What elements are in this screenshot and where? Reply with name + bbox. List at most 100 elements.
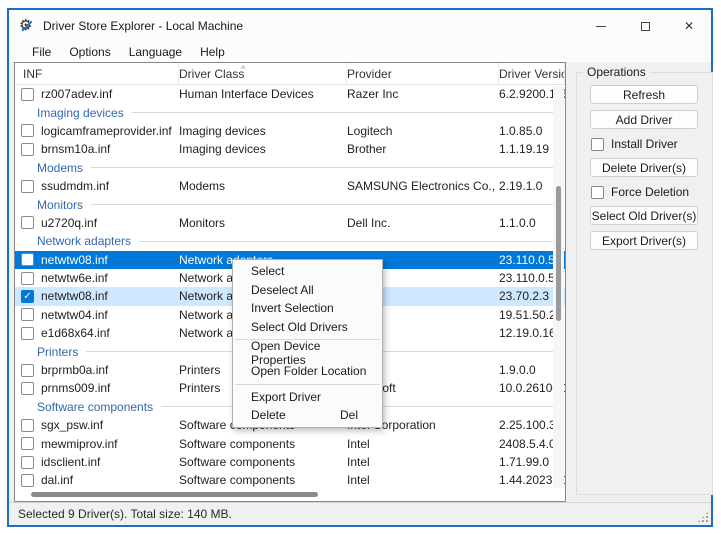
cell-inf: ssudmdm.inf: [41, 179, 179, 193]
row-checkbox[interactable]: [21, 382, 34, 395]
cell-inf: logicamframeprovider.inf: [41, 124, 179, 138]
title-bar: ⚙ Driver Store Explorer - Local Machine …: [9, 10, 711, 42]
window-title: Driver Store Explorer - Local Machine: [43, 19, 243, 33]
table-row[interactable]: brnsm10a.infImaging devicesBrother1.1.19…: [15, 140, 565, 158]
row-checkbox[interactable]: [21, 88, 34, 101]
column-header-provider[interactable]: Provider: [347, 63, 499, 84]
table-row[interactable]: rz007adev.infHuman Interface DevicesRaze…: [15, 85, 565, 103]
group-row-imaging-devices: Imaging devices: [15, 103, 565, 121]
context-menu-item-invert-selection[interactable]: Invert Selection: [233, 299, 382, 318]
export-driver-s-button[interactable]: Export Driver(s): [590, 231, 698, 250]
maximize-button[interactable]: [623, 10, 667, 42]
table-row[interactable]: dal.infSoftware componentsIntel1.44.2023…: [15, 471, 565, 489]
horizontal-scrollbar[interactable]: [15, 490, 565, 499]
row-checkbox[interactable]: [21, 143, 34, 156]
cell-inf: brprmb0a.inf: [41, 363, 179, 377]
group-label: Imaging devices: [37, 106, 124, 120]
column-header-driver-version[interactable]: Driver Version: [499, 63, 565, 84]
menu-shortcut: Del: [340, 408, 372, 422]
group-row-modems: Modems: [15, 159, 565, 177]
cell-inf: rz007adev.inf: [41, 87, 179, 101]
cell-inf: netwtw6e.inf: [41, 271, 179, 285]
cell-provider: Intel: [347, 437, 499, 451]
context-menu-item-open-folder-location[interactable]: Open Folder Location: [233, 362, 382, 381]
table-row[interactable]: idsclient.infSoftware componentsIntel1.7…: [15, 453, 565, 471]
context-menu-item-export-driver[interactable]: Export Driver: [233, 388, 382, 407]
group-divider: [139, 241, 561, 242]
menu-bar: FileOptionsLanguageHelp: [9, 42, 711, 62]
row-checkbox[interactable]: [21, 364, 34, 377]
checkbox-box[interactable]: [591, 138, 604, 151]
force-deletion-checkbox[interactable]: Force Deletion: [591, 185, 712, 199]
group-label: Software components: [37, 400, 153, 414]
cell-driver-class: Monitors: [179, 216, 347, 230]
vertical-scrollbar-thumb[interactable]: [556, 186, 561, 321]
checkbox-label: Force Deletion: [611, 185, 689, 199]
cell-provider: Brother: [347, 142, 499, 156]
row-checkbox[interactable]: [21, 253, 34, 266]
cell-driver-class: Modems: [179, 179, 347, 193]
operations-title: Operations: [583, 65, 650, 79]
cell-driver-class: Imaging devices: [179, 124, 347, 138]
column-header-driver-class[interactable]: Driver Class^: [179, 63, 347, 84]
delete-driver-s-button[interactable]: Delete Driver(s): [590, 158, 698, 177]
row-checkbox[interactable]: [21, 456, 34, 469]
group-label: Monitors: [37, 198, 83, 212]
column-header-inf[interactable]: INF: [15, 63, 179, 84]
context-menu-item-open-device-properties[interactable]: Open Device Properties: [233, 343, 382, 362]
row-checkbox[interactable]: ✓: [21, 290, 34, 303]
add-driver-button[interactable]: Add Driver: [590, 110, 698, 129]
gear-icon: ⚙: [19, 18, 35, 34]
menu-item-help[interactable]: Help: [191, 43, 234, 61]
app-window: ⚙ Driver Store Explorer - Local Machine …: [7, 8, 713, 527]
row-checkbox[interactable]: [21, 437, 34, 450]
menu-item-language[interactable]: Language: [120, 43, 191, 61]
close-button[interactable]: ✕: [667, 10, 711, 42]
table-row[interactable]: u2720q.infMonitorsDell Inc.1.1.0.0: [15, 214, 565, 232]
cell-inf: sgx_psw.inf: [41, 418, 179, 432]
row-checkbox[interactable]: [21, 272, 34, 285]
row-checkbox[interactable]: [21, 327, 34, 340]
menu-item-options[interactable]: Options: [60, 43, 119, 61]
cell-provider: Dell Inc.: [347, 216, 499, 230]
minimize-button[interactable]: [579, 10, 623, 42]
context-menu: SelectDeselect AllInvert SelectionSelect…: [232, 259, 383, 428]
menu-item-file[interactable]: File: [23, 43, 60, 61]
row-checkbox[interactable]: [21, 180, 34, 193]
context-menu-item-select-old-drivers[interactable]: Select Old Drivers: [233, 318, 382, 337]
install-driver-checkbox[interactable]: Install Driver: [591, 137, 712, 151]
cell-inf: netwtw08.inf: [41, 253, 179, 267]
vertical-scrollbar[interactable]: [553, 86, 564, 488]
cell-inf: mewmiprov.inf: [41, 437, 179, 451]
select-old-driver-s-button[interactable]: Select Old Driver(s): [590, 206, 698, 225]
context-menu-item-select[interactable]: Select: [233, 262, 382, 281]
operations-body: Refresh Add Driver Install Driver Delete Dr…: [577, 79, 712, 256]
row-checkbox[interactable]: [21, 124, 34, 137]
resize-grip-icon[interactable]: [697, 511, 709, 523]
cell-driver-class: Imaging devices: [179, 142, 347, 156]
cell-provider: SAMSUNG Electronics Co., Ltd.: [347, 179, 499, 193]
row-checkbox[interactable]: [21, 216, 34, 229]
row-checkbox[interactable]: [21, 308, 34, 321]
table-header: INFDriver Class^ProviderDriver Version: [15, 63, 565, 85]
cell-inf: netwtw04.inf: [41, 308, 179, 322]
cell-provider: Intel: [347, 455, 499, 469]
menu-separator: [235, 384, 380, 385]
refresh-button[interactable]: Refresh: [590, 85, 698, 104]
sort-ascending-icon: ^: [241, 63, 245, 80]
horizontal-scrollbar-thumb[interactable]: [31, 492, 318, 497]
context-menu-item-deselect-all[interactable]: Deselect All: [233, 281, 382, 300]
status-bar: Selected 9 Driver(s). Total size: 140 MB…: [9, 502, 711, 525]
table-row[interactable]: logicamframeprovider.infImaging devicesL…: [15, 122, 565, 140]
checkbox-box[interactable]: [591, 186, 604, 199]
window-controls: ✕: [579, 10, 711, 42]
cell-inf: netwtw08.inf: [41, 289, 179, 303]
table-row[interactable]: mewmiprov.infSoftware componentsIntel240…: [15, 434, 565, 452]
cell-provider: Razer Inc: [347, 87, 499, 101]
row-checkbox[interactable]: [21, 474, 34, 487]
table-row[interactable]: ssudmdm.infModemsSAMSUNG Electronics Co.…: [15, 177, 565, 195]
group-row-network-adapters: Network adapters: [15, 232, 565, 250]
cell-driver-class: Human Interface Devices: [179, 87, 347, 101]
row-checkbox[interactable]: [21, 419, 34, 432]
context-menu-item-delete[interactable]: DeleteDel: [233, 406, 382, 425]
